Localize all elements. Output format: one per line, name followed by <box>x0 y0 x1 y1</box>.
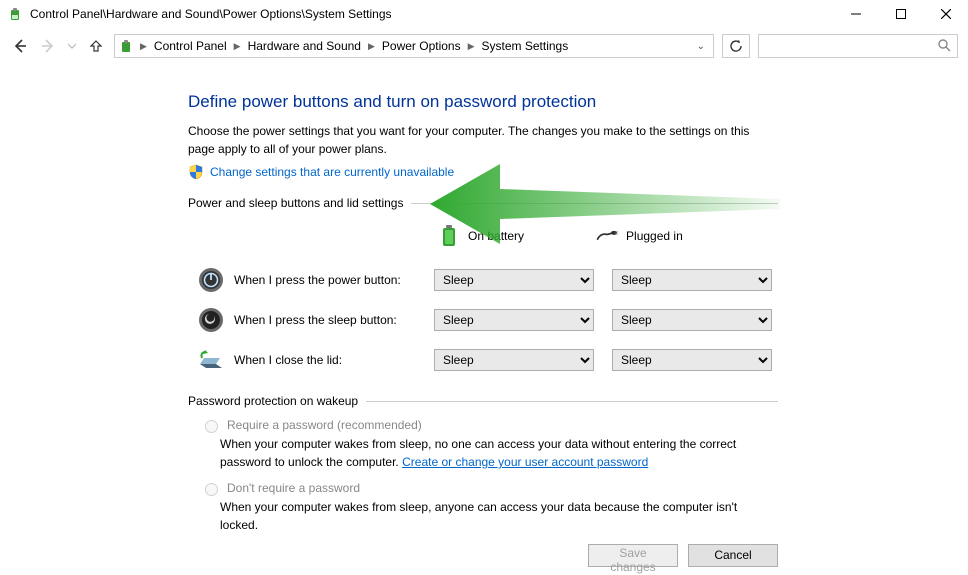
sleep-button-battery-select[interactable]: Sleep <box>434 309 594 331</box>
radio-dont-require-input <box>205 483 218 496</box>
close-button[interactable] <box>923 0 968 28</box>
address-dropdown-icon[interactable]: ⌄ <box>693 41 709 52</box>
radio-require-password: Require a password (recommended) <box>200 418 778 433</box>
power-plan-icon <box>119 38 135 54</box>
radio-dont-description: When your computer wakes from sleep, any… <box>220 498 778 534</box>
column-headers: On battery Plugged in <box>438 220 778 252</box>
content-area: Define power buttons and turn on passwor… <box>0 64 968 535</box>
chevron-right-icon[interactable]: ▶ <box>233 41 242 52</box>
shield-icon <box>188 164 204 180</box>
search-icon <box>937 38 951 55</box>
change-settings-row: Change settings that are currently unava… <box>188 164 778 180</box>
sleep-button-plugged-select[interactable]: Sleep <box>612 309 772 331</box>
chevron-right-icon[interactable]: ▶ <box>467 41 476 52</box>
page-description: Choose the power settings that you want … <box>188 122 778 158</box>
laptop-lid-icon <box>196 345 226 375</box>
minimize-button[interactable] <box>833 0 878 28</box>
chevron-right-icon[interactable]: ▶ <box>139 41 148 52</box>
power-button-plugged-select[interactable]: Sleep <box>612 269 772 291</box>
breadcrumb-item[interactable]: Power Options <box>378 39 465 53</box>
group-power-sleep-header: Power and sleep buttons and lid settings <box>188 196 778 210</box>
create-password-link[interactable]: Create or change your user account passw… <box>402 455 648 469</box>
cancel-button[interactable]: Cancel <box>688 544 778 567</box>
forward-button[interactable] <box>38 36 58 56</box>
plugged-in-column: Plugged in <box>596 225 683 247</box>
refresh-button[interactable] <box>722 34 750 58</box>
sleep-button-icon <box>196 305 226 335</box>
save-changes-button: Save changes <box>588 544 678 567</box>
close-lid-plugged-select[interactable]: Sleep <box>612 349 772 371</box>
setting-row-close-lid: When I close the lid: Sleep Sleep <box>188 340 778 380</box>
address-bar[interactable]: ▶ Control Panel ▶ Hardware and Sound ▶ P… <box>114 34 714 58</box>
page-title: Define power buttons and turn on passwor… <box>188 92 778 112</box>
setting-row-sleep-button: When I press the sleep button: Sleep Sle… <box>188 300 778 340</box>
breadcrumb-item[interactable]: Control Panel <box>150 39 231 53</box>
back-button[interactable] <box>10 36 30 56</box>
power-plan-icon <box>8 6 24 22</box>
title-bar: Control Panel\Hardware and Sound\Power O… <box>0 0 968 28</box>
power-button-icon <box>196 265 226 295</box>
maximize-button[interactable] <box>878 0 923 28</box>
on-battery-column: On battery <box>438 225 524 247</box>
radio-require-password-input <box>205 420 218 433</box>
window-title: Control Panel\Hardware and Sound\Power O… <box>30 7 392 21</box>
up-button[interactable] <box>86 36 106 56</box>
chevron-right-icon[interactable]: ▶ <box>367 41 376 52</box>
footer: Save changes Cancel <box>0 535 968 575</box>
setting-row-power-button: When I press the power button: Sleep Sle… <box>188 260 778 300</box>
plug-icon <box>596 225 618 247</box>
breadcrumb-item[interactable]: System Settings <box>478 39 573 53</box>
recent-dropdown-icon[interactable] <box>66 36 78 56</box>
battery-icon <box>438 225 460 247</box>
change-settings-link[interactable]: Change settings that are currently unava… <box>210 165 454 179</box>
nav-bar: ▶ Control Panel ▶ Hardware and Sound ▶ P… <box>0 28 968 64</box>
search-input[interactable] <box>758 34 958 58</box>
radio-require-description: When your computer wakes from sleep, no … <box>220 435 778 471</box>
breadcrumb-item[interactable]: Hardware and Sound <box>244 39 365 53</box>
close-lid-battery-select[interactable]: Sleep <box>434 349 594 371</box>
group-password-header: Password protection on wakeup <box>188 394 778 408</box>
radio-dont-require-password: Don't require a password <box>200 481 778 496</box>
power-button-battery-select[interactable]: Sleep <box>434 269 594 291</box>
